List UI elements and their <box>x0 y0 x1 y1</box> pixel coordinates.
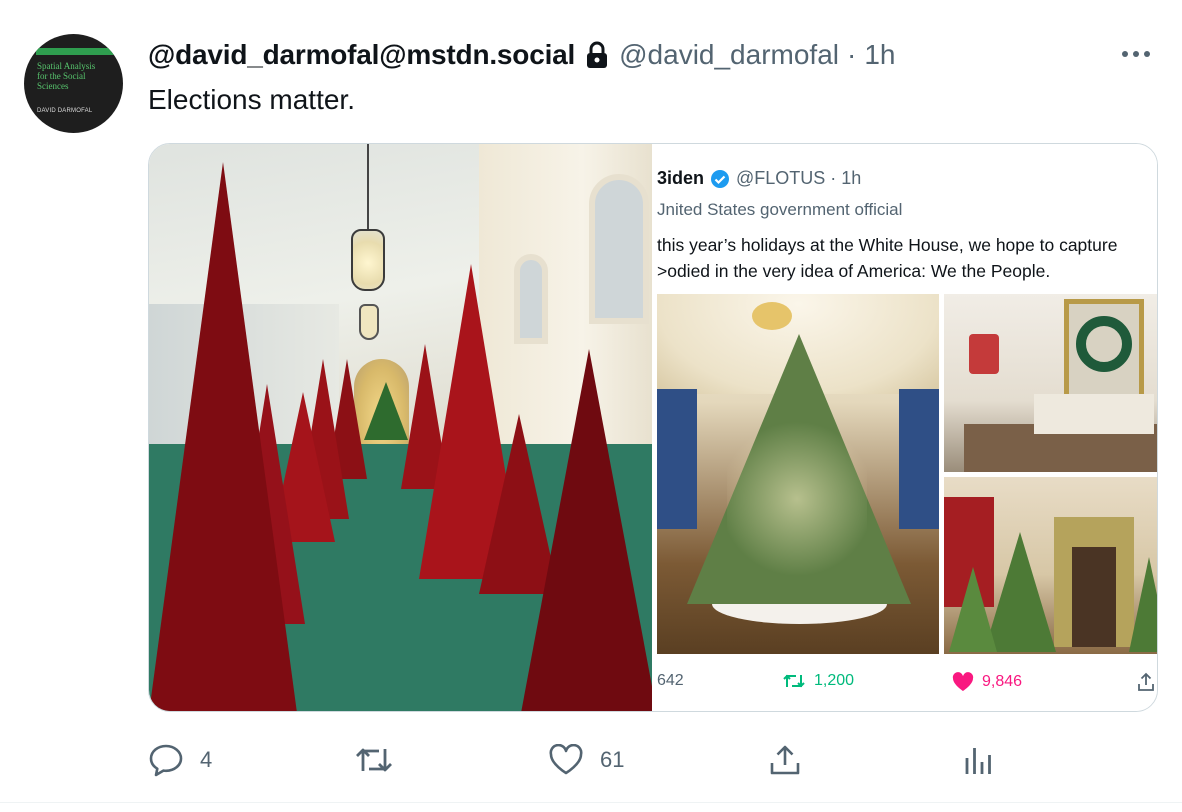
embedded-reply-count: 642 <box>657 672 684 689</box>
retweet-button[interactable] <box>354 740 410 780</box>
reply-button[interactable]: 4 <box>148 740 212 780</box>
analytics-icon <box>965 748 991 774</box>
embedded-name: 3iden <box>657 168 705 188</box>
heart-icon <box>952 672 974 691</box>
verified-badge-icon <box>710 169 730 189</box>
book-title-line: Spatial Analysis <box>37 61 96 71</box>
embedded-tweet-screenshot[interactable]: 3iden @FLOTUS · 1h Jnited States governm… <box>652 144 1157 711</box>
embedded-header: 3iden @FLOTUS · 1h <box>657 168 861 189</box>
reply-count: 4 <box>200 747 213 772</box>
tweet-time[interactable]: 1h <box>864 39 895 71</box>
lock-icon <box>585 41 609 69</box>
display-name[interactable]: @david_darmofal@mstdn.social <box>148 39 575 71</box>
photo-red-trees-corridor[interactable] <box>149 144 652 711</box>
avatar[interactable]: Spatial Analysis for the Social Sciences… <box>24 34 123 133</box>
tweet-media[interactable]: 3iden @FLOTUS · 1h Jnited States governm… <box>148 143 1158 712</box>
like-count: 61 <box>600 747 625 772</box>
embedded-likes: 9,846 <box>952 672 1022 692</box>
embedded-separator: · <box>830 168 837 188</box>
book-author: DAVID DARMOFAL <box>37 108 93 114</box>
share-button[interactable] <box>768 740 802 780</box>
reply-icon <box>149 744 183 777</box>
photo-blue-room-tree <box>657 294 939 654</box>
analytics-button[interactable] <box>962 740 994 780</box>
retweet-icon <box>356 748 392 772</box>
embedded-retweets: 1,200 <box>782 672 854 690</box>
embedded-body-line: >odied in the very idea of America: We t… <box>657 261 1051 281</box>
retweet-icon <box>783 674 805 688</box>
tweet-text: Elections matter. <box>148 84 355 115</box>
book-title-line: Sciences <box>37 81 69 91</box>
embedded-actions: 642 1,200 9,846 <box>657 672 1157 696</box>
more-dots-icon[interactable] <box>1122 44 1158 64</box>
embedded-photo-gallery <box>657 294 1157 654</box>
embedded-government-label: Jnited States government official <box>657 200 903 219</box>
embedded-body-line: this year’s holidays at the White House,… <box>657 235 1118 255</box>
lantern <box>351 229 385 291</box>
photo-cross-hall-trees <box>944 477 1157 654</box>
like-icon <box>549 744 583 775</box>
photo-gingerbread-house <box>944 294 1157 472</box>
embedded-body: this year’s holidays at the White House,… <box>657 232 1117 284</box>
book-cover-stripe <box>36 48 116 55</box>
embedded-share-icon <box>1137 672 1155 692</box>
embedded-time: 1h <box>841 168 862 188</box>
book-title-line: for the Social <box>37 71 86 81</box>
separator-dot: · <box>847 39 857 70</box>
user-handle[interactable]: @david_darmofal <box>619 39 839 71</box>
tweet-actions: 4 61 <box>148 740 1158 780</box>
tweet-header: @david_darmofal@mstdn.social @david_darm… <box>148 38 895 72</box>
tweet-divider <box>0 802 1182 803</box>
share-icon <box>770 745 800 775</box>
like-button[interactable]: 61 <box>548 740 624 780</box>
embedded-handle: @FLOTUS <box>736 168 826 188</box>
